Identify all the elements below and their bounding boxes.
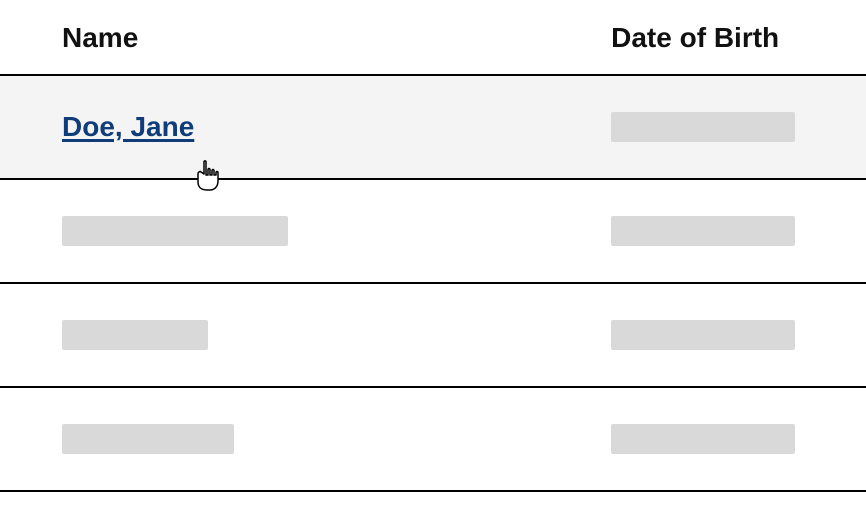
patient-name-link[interactable]: Doe, Jane: [62, 111, 194, 143]
name-placeholder: [62, 424, 234, 454]
table-row[interactable]: Doe, Jane: [0, 75, 866, 179]
name-placeholder: [62, 216, 288, 246]
column-header-dob: Date of Birth: [611, 4, 866, 75]
table-header-row: Name Date of Birth: [0, 4, 866, 75]
column-header-name: Name: [0, 4, 611, 75]
name-placeholder: [62, 320, 208, 350]
dob-placeholder: [611, 320, 795, 350]
patient-table: Name Date of Birth Doe, Jane: [0, 4, 866, 492]
dob-placeholder: [611, 216, 795, 246]
dob-placeholder: [611, 424, 795, 454]
table-row[interactable]: [0, 387, 866, 491]
table-row[interactable]: [0, 179, 866, 283]
table-row[interactable]: [0, 283, 866, 387]
dob-placeholder: [611, 112, 795, 142]
